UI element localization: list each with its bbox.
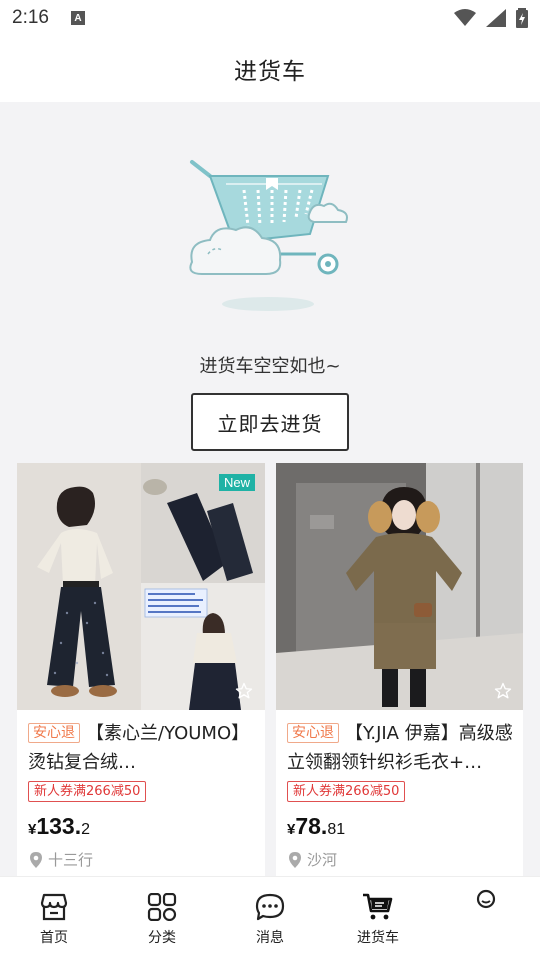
tab-cart[interactable]: 进货车 bbox=[324, 877, 432, 960]
product-title[interactable]: 安心退 【素心兰/YOUMO】烫钻复合绒… bbox=[28, 719, 258, 777]
header: 进货车 bbox=[0, 36, 540, 102]
tab-cart-label: 进货车 bbox=[357, 930, 399, 946]
wifi-icon bbox=[454, 9, 476, 26]
chat-icon bbox=[255, 893, 285, 921]
product-card[interactable]: 安心退 【Y.JIA 伊嘉】高级感立领翻领针织衫毛衣+… 新人券满266减50 ¥… bbox=[276, 463, 523, 883]
accessibility-icon: A bbox=[70, 11, 85, 25]
tab-profile[interactable] bbox=[432, 877, 540, 960]
coupon-tag: 新人券满266减50 bbox=[287, 781, 406, 802]
return-guarantee-tag: 安心退 bbox=[28, 723, 80, 743]
location-pin-icon bbox=[289, 851, 301, 868]
price-decimal: 81 bbox=[327, 821, 346, 838]
page-title: 进货车 bbox=[234, 59, 306, 85]
go-shopping-button[interactable]: 立即去进货 bbox=[191, 393, 349, 451]
product-card[interactable]: New 安心退 【素心兰/YOUMO】烫钻复合绒… 新人券满266减50 ¥133… bbox=[17, 463, 265, 883]
battery-icon bbox=[516, 8, 528, 28]
shop-icon bbox=[40, 893, 68, 921]
location-text: 十三行 bbox=[48, 851, 94, 869]
product-image[interactable]: New bbox=[17, 463, 265, 710]
favorite-star-icon[interactable] bbox=[235, 682, 253, 700]
price-integer: 133. bbox=[36, 813, 82, 839]
signal-icon bbox=[486, 9, 506, 27]
tab-category[interactable]: 分类 bbox=[108, 877, 216, 960]
location-pin-icon bbox=[30, 851, 42, 868]
coupon-tag: 新人券满266减50 bbox=[28, 781, 147, 802]
tab-messages-label: 消息 bbox=[256, 930, 284, 946]
status-time: 2:16 bbox=[12, 7, 49, 28]
product-location: 沙河 bbox=[289, 849, 337, 870]
tab-category-label: 分类 bbox=[148, 930, 176, 946]
return-guarantee-tag: 安心退 bbox=[287, 723, 339, 743]
bottom-tab-bar: 首页 分类 消息 进货车 bbox=[0, 876, 540, 960]
empty-cart-illustration bbox=[189, 160, 348, 311]
product-price: ¥78.81 bbox=[287, 813, 345, 840]
new-badge: New bbox=[218, 474, 255, 491]
price-decimal: 2 bbox=[81, 821, 91, 838]
tab-home-label: 首页 bbox=[40, 930, 68, 946]
empty-cart-message: 进货车空空如也~ bbox=[199, 356, 341, 377]
price-integer: 78. bbox=[295, 813, 328, 839]
tab-home[interactable]: 首页 bbox=[0, 877, 108, 960]
location-text: 沙河 bbox=[307, 851, 338, 869]
cart-icon bbox=[363, 893, 393, 920]
product-image[interactable] bbox=[276, 463, 523, 710]
tab-messages[interactable]: 消息 bbox=[216, 877, 324, 960]
product-location: 十三行 bbox=[30, 849, 93, 870]
favorite-star-icon[interactable] bbox=[494, 682, 512, 700]
product-price: ¥133.2 bbox=[28, 813, 90, 840]
empty-cart-section: 进货车空空如也~ 立即去进货 bbox=[0, 102, 540, 462]
grid-icon bbox=[147, 893, 177, 921]
status-bar: 2:16 A bbox=[0, 0, 540, 36]
profile-icon bbox=[476, 889, 496, 909]
product-title[interactable]: 安心退 【Y.JIA 伊嘉】高级感立领翻领针织衫毛衣+… bbox=[287, 719, 517, 777]
